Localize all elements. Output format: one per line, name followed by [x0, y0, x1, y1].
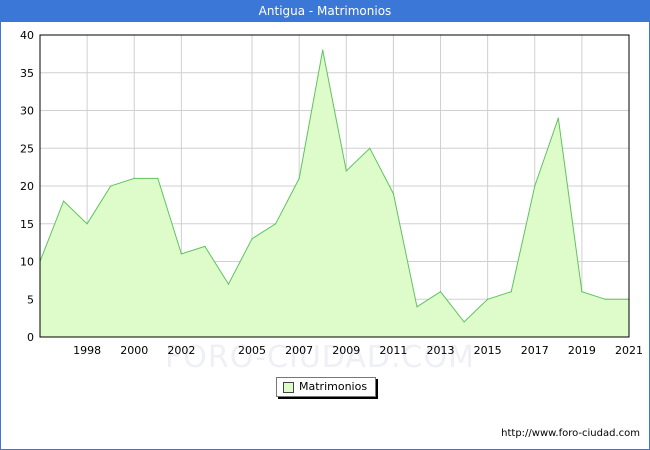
- x-tick-label: 2015: [474, 344, 502, 357]
- data-point-2004: [227, 283, 230, 285]
- data-point-2017: [534, 185, 536, 187]
- data-point-2018: [557, 117, 559, 119]
- legend-label: Matrimonios: [299, 380, 368, 393]
- x-tick-label: 2019: [568, 344, 596, 357]
- y-tick-label: 40: [20, 29, 34, 42]
- plot-area: [39, 49, 630, 337]
- x-tick-label: 2013: [427, 344, 455, 357]
- data-point-2000: [133, 177, 135, 180]
- x-tick-label: 2007: [285, 344, 313, 357]
- x-tick-label: 2021: [615, 344, 643, 357]
- y-tick-label: 35: [20, 67, 34, 80]
- data-point-2011: [392, 192, 394, 195]
- y-tick-label: 15: [20, 218, 34, 231]
- y-tick-label: 30: [20, 105, 34, 118]
- data-point-2012: [416, 306, 418, 308]
- x-tick-label: 2002: [167, 344, 195, 357]
- series-area-fill: [40, 50, 629, 337]
- data-point-2001: [157, 177, 159, 180]
- x-tick-label: 2009: [332, 344, 360, 357]
- data-point-2020: [604, 298, 607, 300]
- data-point-1997: [62, 200, 65, 202]
- data-point-2003: [204, 245, 206, 247]
- data-point-2005: [251, 238, 253, 240]
- legend-swatch: [283, 382, 294, 393]
- data-point-2002: [180, 253, 182, 255]
- x-tick-label: 2011: [379, 344, 407, 357]
- y-tick-label: 25: [20, 142, 34, 155]
- data-point-2013: [439, 291, 442, 293]
- data-point-2008: [322, 49, 324, 51]
- y-tick-label: 0: [27, 331, 34, 344]
- legend: Matrimonios: [276, 377, 376, 397]
- y-tick-label: 20: [20, 180, 34, 193]
- x-tick-label: 1998: [73, 344, 101, 357]
- data-point-2006: [275, 223, 277, 225]
- data-point-2014: [463, 321, 465, 323]
- data-point-2009: [345, 170, 347, 172]
- data-point-2015: [487, 298, 489, 300]
- data-point-2019: [581, 291, 583, 293]
- data-point-2010: [369, 147, 371, 149]
- data-point-2016: [510, 291, 512, 293]
- data-point-2007: [298, 177, 300, 180]
- x-tick-label: 2017: [521, 344, 549, 357]
- x-tick-label: 2005: [238, 344, 266, 357]
- x-tick-label: 2000: [120, 344, 148, 357]
- data-point-1999: [110, 185, 112, 187]
- y-tick-label: 5: [27, 293, 34, 306]
- source-url: http://www.foro-ciudad.com: [501, 428, 640, 439]
- data-point-1998: [86, 223, 88, 225]
- y-tick-label: 10: [20, 256, 34, 269]
